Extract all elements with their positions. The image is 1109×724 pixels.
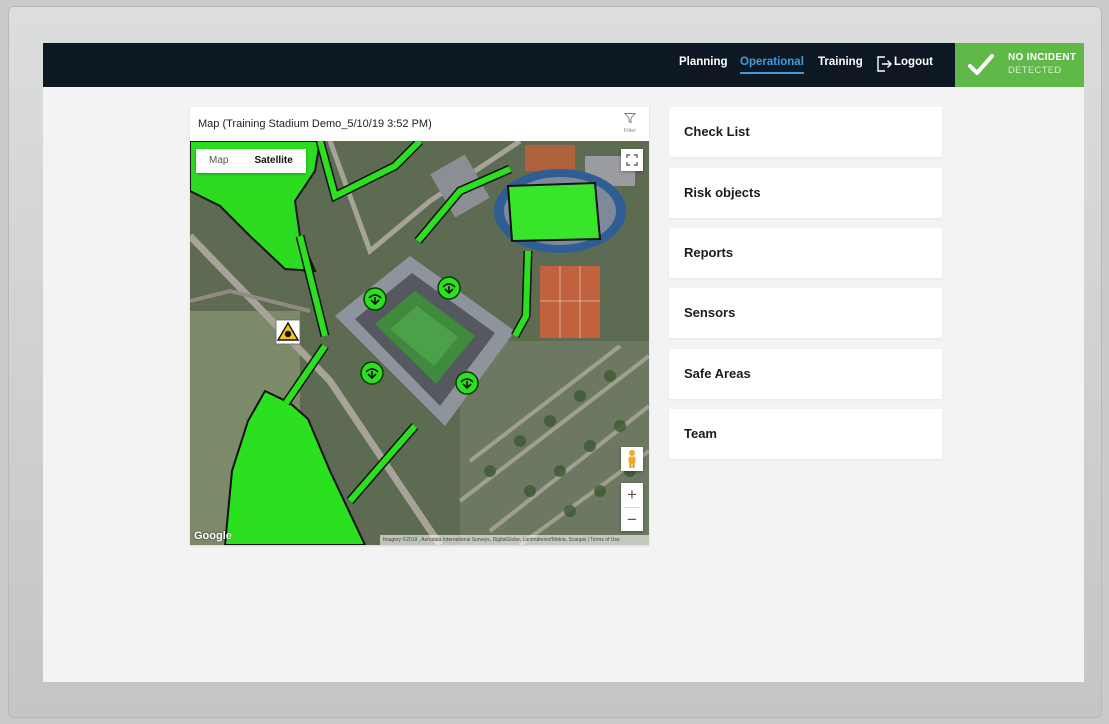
map-attribution[interactable]: Imagery ©2019 , Aerodata International S… <box>380 535 649 545</box>
check-icon <box>968 54 994 75</box>
menu-label: Safe Areas <box>684 366 751 381</box>
nav-operational[interactable]: Operational <box>740 56 804 74</box>
menu-sensors[interactable]: Sensors <box>669 288 942 338</box>
app-screen: Planning Operational Training Logout NO … <box>43 43 1084 682</box>
menu-label: Sensors <box>684 305 736 320</box>
menu-label: Check List <box>684 124 750 139</box>
satellite-map[interactable]: Map Satellite + − Google Imagery ©2019 ,… <box>190 141 649 545</box>
zoom-out-button[interactable]: − <box>621 508 643 531</box>
filter-button[interactable]: Filter <box>619 111 641 137</box>
map-panel: Map (Training Stadium Demo_5/10/19 3:52 … <box>190 107 649 545</box>
menu-safe-areas[interactable]: Safe Areas <box>669 349 942 399</box>
status-subtitle: DETECTED <box>1008 65 1062 76</box>
status-title: NO INCIDENT <box>1008 52 1077 63</box>
map-title: Map (Training Stadium Demo_5/10/19 3:52 … <box>198 118 432 130</box>
filter-label: Filter <box>623 128 637 134</box>
fullscreen-icon <box>626 154 638 166</box>
logout-button[interactable]: Logout <box>894 56 933 68</box>
logout-icon[interactable] <box>876 55 892 73</box>
zoom-in-button[interactable]: + <box>621 483 643 507</box>
incident-status-badge: NO INCIDENT DETECTED <box>955 43 1084 87</box>
map-imagery <box>190 141 649 545</box>
zoom-control: + − <box>621 483 643 531</box>
sensor-icon[interactable] <box>360 361 384 385</box>
hazard-icon[interactable] <box>275 319 301 345</box>
menu-check-list[interactable]: Check List <box>669 107 942 157</box>
filter-icon <box>623 113 637 124</box>
nav-training[interactable]: Training <box>818 56 863 68</box>
top-navigation-bar: Planning Operational Training Logout NO … <box>43 43 1084 87</box>
menu-label: Team <box>684 426 717 441</box>
street-view-button[interactable] <box>621 447 643 471</box>
menu-team[interactable]: Team <box>669 409 942 459</box>
sensor-icon[interactable] <box>455 371 479 395</box>
map-type-satellite[interactable]: Satellite <box>241 149 305 173</box>
map-type-map[interactable]: Map <box>196 149 241 173</box>
menu-label: Risk objects <box>684 185 761 200</box>
google-logo: Google <box>194 530 232 542</box>
sensor-icon[interactable] <box>437 276 461 300</box>
menu-reports[interactable]: Reports <box>669 228 942 278</box>
sensor-icon[interactable] <box>363 287 387 311</box>
map-type-control: Map Satellite <box>196 149 306 173</box>
nav-planning[interactable]: Planning <box>679 56 728 68</box>
menu-label: Reports <box>684 245 734 260</box>
menu-risk-objects[interactable]: Risk objects <box>669 168 942 218</box>
fullscreen-button[interactable] <box>621 149 643 171</box>
pegman-icon <box>628 450 636 468</box>
